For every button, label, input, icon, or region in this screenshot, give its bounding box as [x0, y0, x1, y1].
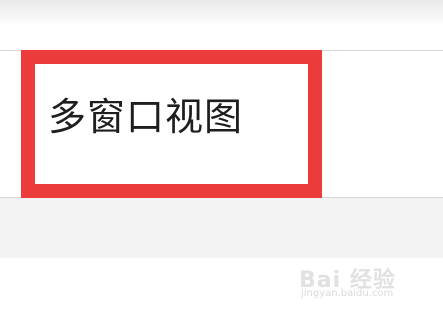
baidu-jingyan-watermark: Bai 经验 jingyan.baidu.com	[299, 258, 419, 302]
top-shadow-band	[0, 0, 443, 26]
watermark-url: jingyan.baidu.com	[301, 288, 394, 299]
red-highlight-box	[21, 50, 322, 198]
menu-item-next[interactable]	[0, 198, 443, 258]
screenshot-stage: 多窗口视图 Bai 经验 jingyan.baidu.com	[0, 0, 443, 314]
